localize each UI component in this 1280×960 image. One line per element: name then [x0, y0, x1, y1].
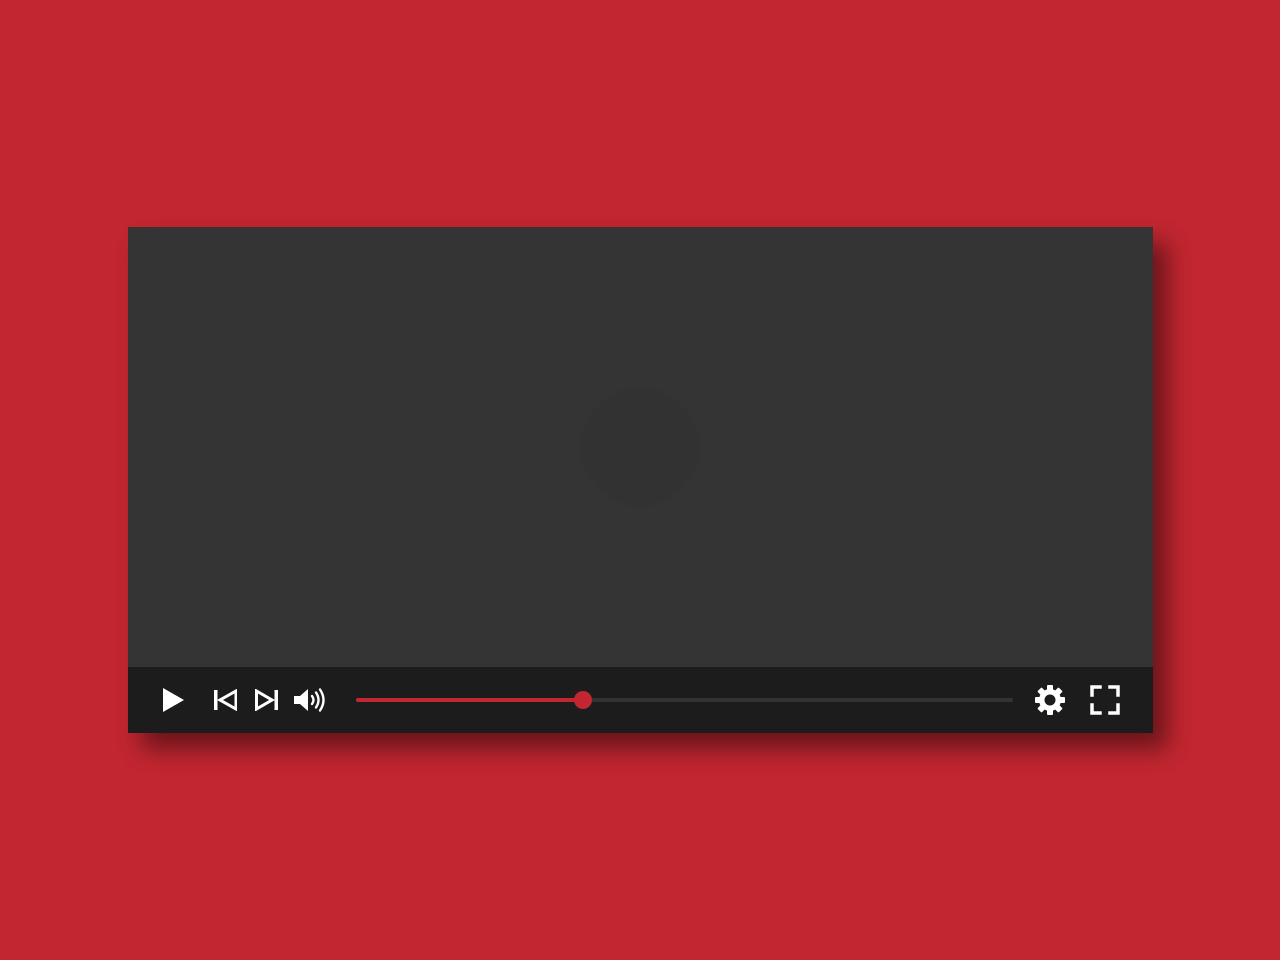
- volume-button[interactable]: [290, 667, 332, 733]
- settings-button[interactable]: [1031, 667, 1069, 733]
- volume-icon: [294, 688, 325, 712]
- control-bar: [128, 667, 1153, 733]
- fullscreen-icon: [1090, 685, 1120, 715]
- play-button[interactable]: [156, 667, 190, 733]
- progress-scrubber-handle[interactable]: [573, 691, 592, 709]
- skip-previous-icon: [214, 689, 237, 711]
- progress-bar[interactable]: [356, 691, 1013, 709]
- fullscreen-button[interactable]: [1086, 667, 1124, 733]
- play-icon: [163, 688, 184, 712]
- center-play-overlay-icon[interactable]: [585, 392, 695, 502]
- next-button[interactable]: [252, 667, 282, 733]
- progress-played: [356, 698, 583, 702]
- gear-icon: [1035, 685, 1065, 715]
- previous-button[interactable]: [210, 667, 240, 733]
- video-player: [128, 227, 1153, 733]
- skip-next-icon: [255, 689, 278, 711]
- video-screen[interactable]: [128, 227, 1153, 667]
